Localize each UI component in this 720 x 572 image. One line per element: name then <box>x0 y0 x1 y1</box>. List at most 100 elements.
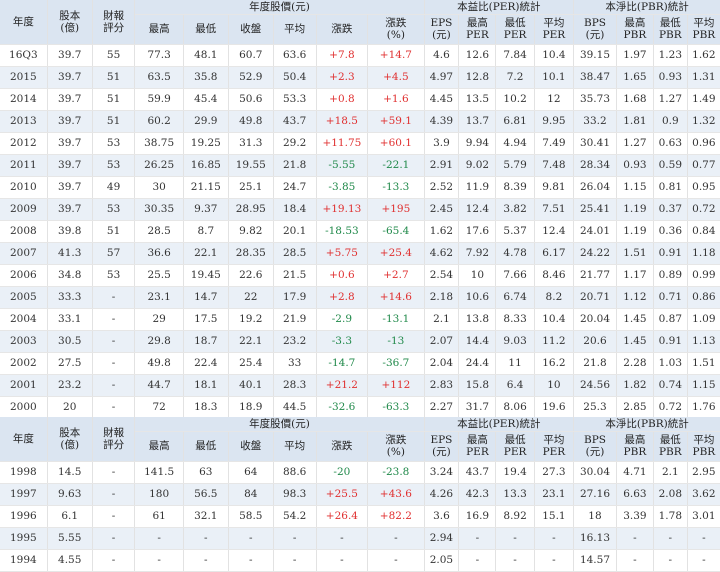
cell-high: 44.7 <box>134 374 184 397</box>
cell-eps: 4.45 <box>424 88 460 111</box>
cell-pbr-high: 1.19 <box>616 220 654 243</box>
cell-pbr-low: 1.03 <box>653 352 688 375</box>
cell-high: 29.8 <box>134 330 184 353</box>
cell-eps: 4.62 <box>424 242 460 265</box>
cell-change-pct: 14.6 <box>367 286 425 309</box>
cell-pbr-low: 0.37 <box>653 198 688 221</box>
cell-pbr-low: 1.27 <box>653 88 688 111</box>
cell-bps: 28.34 <box>573 154 617 177</box>
cell-bps: 25.3 <box>573 396 617 419</box>
table-row: 1998 14.5-141.5 63 64 88.6 -20 -23.8 3.24 43.7 19… <box>0 461 720 484</box>
cell-bps: 35.73 <box>573 88 617 111</box>
cell-per-avg: 16.2 <box>534 352 575 375</box>
cell-change-pct: -36.7 <box>367 352 425 375</box>
cell-pbr-high: 2.28 <box>616 352 654 375</box>
header-high: 最高 <box>134 14 184 45</box>
cell-pbr-low: 0.91 <box>653 330 688 353</box>
cell-high: 49.8 <box>134 352 184 375</box>
cell-change: -2.9 <box>316 308 369 331</box>
table-row: 2000 20-72 18.3 18.9 44.5 -32.6 -63.3 2.27 31.7 8… <box>0 396 720 419</box>
cell-eps: 4.6 <box>424 44 460 67</box>
cell-pbr-avg: 0.95 <box>687 176 720 199</box>
header-high: 最高 <box>134 431 184 462</box>
cell-bps: 33.2 <box>573 110 617 133</box>
cell-pbr-avg: 1.15 <box>687 374 720 397</box>
cell-per-avg: 11.2 <box>534 330 575 353</box>
cell-change: -3.85 <box>316 176 369 199</box>
cell-pbr-high: 0.93 <box>616 154 654 177</box>
cell-eps: 4.26 <box>424 483 460 506</box>
cell-year: 2000 <box>0 396 48 419</box>
cell-high: 30 <box>134 176 184 199</box>
cell-pbr-high: 1.97 <box>616 44 654 67</box>
cell-pbr-avg: 0.86 <box>687 286 720 309</box>
cell-pbr-avg: 1.76 <box>687 396 720 419</box>
cell-per-avg: 15.1 <box>534 505 575 528</box>
cell-per-low: 9.03 <box>495 330 535 353</box>
cell-pbr-low: 0.72 <box>653 396 688 419</box>
cell-avg: 21.9 <box>273 308 317 331</box>
cell-low: 18.7 <box>183 330 229 353</box>
cell-avg: - <box>273 527 317 550</box>
cell-pbr-avg: 1.51 <box>687 352 720 375</box>
cell-rating: 55 <box>92 44 136 67</box>
cell-rating: 49 <box>92 176 136 199</box>
cell-year: 2010 <box>0 176 48 199</box>
cell-close: 84 <box>228 483 274 506</box>
cell-pbr-avg: 0.84 <box>687 220 720 243</box>
cell-avg: 63.6 <box>273 44 317 67</box>
header-pbr-low: 最低 PBR <box>653 14 688 45</box>
cell-rating: 51 <box>92 110 136 133</box>
header-capital: 股本 (億) <box>47 0 93 45</box>
cell-avg: 53.3 <box>273 88 317 111</box>
cell-per-avg: 27.3 <box>534 461 575 484</box>
cell-pbr-low: 0.63 <box>653 132 688 155</box>
cell-change-pct: -23.8 <box>367 461 425 484</box>
cell-change: 26.4 <box>316 505 369 528</box>
table-row: 19966.1-6132.158.554.226.482.23.616.98.9… <box>0 505 720 528</box>
cell-change: -18.53 <box>316 220 369 243</box>
cell-rating: - <box>92 549 136 572</box>
cell-low: 29.9 <box>183 110 229 133</box>
cell-pbr-avg: 1.13 <box>687 330 720 353</box>
cell-capital: 34.8 <box>47 264 93 287</box>
cell-high: 77.3 <box>134 44 184 67</box>
cell-per-avg: - <box>534 549 575 572</box>
cell-eps: 2.18 <box>424 286 460 309</box>
cell-change-pct: 14.7 <box>367 44 425 67</box>
cell-capital: 4.55 <box>47 549 93 572</box>
cell-low: 19.25 <box>183 132 229 155</box>
header-pbr-avg: 平均 PBR <box>687 431 720 462</box>
cell-change-pct: 25.4 <box>367 242 425 265</box>
cell-per-avg: 7.48 <box>534 154 575 177</box>
cell-per-high: - <box>458 527 497 550</box>
cell-year: 2011 <box>0 154 48 177</box>
cell-bps: 25.41 <box>573 198 617 221</box>
cell-change: 0.8 <box>316 88 369 111</box>
cell-year: 2007 <box>0 242 48 265</box>
cell-per-avg: 9.95 <box>534 110 575 133</box>
cell-capital: 30.5 <box>47 330 93 353</box>
cell-per-low: 3.82 <box>495 198 535 221</box>
cell-year: 2004 <box>0 308 48 331</box>
cell-per-avg: 10.4 <box>534 308 575 331</box>
cell-per-low: 7.84 <box>495 44 535 67</box>
cell-low: 8.7 <box>183 220 229 243</box>
cell-pbr-low: 0.89 <box>653 264 688 287</box>
cell-pbr-low: 0.9 <box>653 110 688 133</box>
header-per-group: 本益比(PER)統計 <box>424 417 575 432</box>
cell-per-low: 4.94 <box>495 132 535 155</box>
table-row: 201339.75160.229.949.843.718.559.14.3913… <box>0 110 720 133</box>
cell-high: 180 <box>134 483 184 506</box>
cell-high: 28.5 <box>134 220 184 243</box>
header-change-pct: 漲跌 (%) <box>367 14 425 45</box>
table-row: 2004 33.1-29 17.5 19.2 21.9 -2.9 -13.1 2.1 13.8 8… <box>0 308 720 331</box>
cell-pbr-high: 1.82 <box>616 374 654 397</box>
header-close: 收盤 <box>228 14 274 45</box>
table-row: 200533.3-23.114.72217.92.814.62.1810.66.… <box>0 286 720 309</box>
cell-low: 14.7 <box>183 286 229 309</box>
cell-per-avg: 7.49 <box>534 132 575 155</box>
cell-per-high: 13.5 <box>458 88 497 111</box>
cell-change: 19.13 <box>316 198 369 221</box>
cell-low: 56.5 <box>183 483 229 506</box>
